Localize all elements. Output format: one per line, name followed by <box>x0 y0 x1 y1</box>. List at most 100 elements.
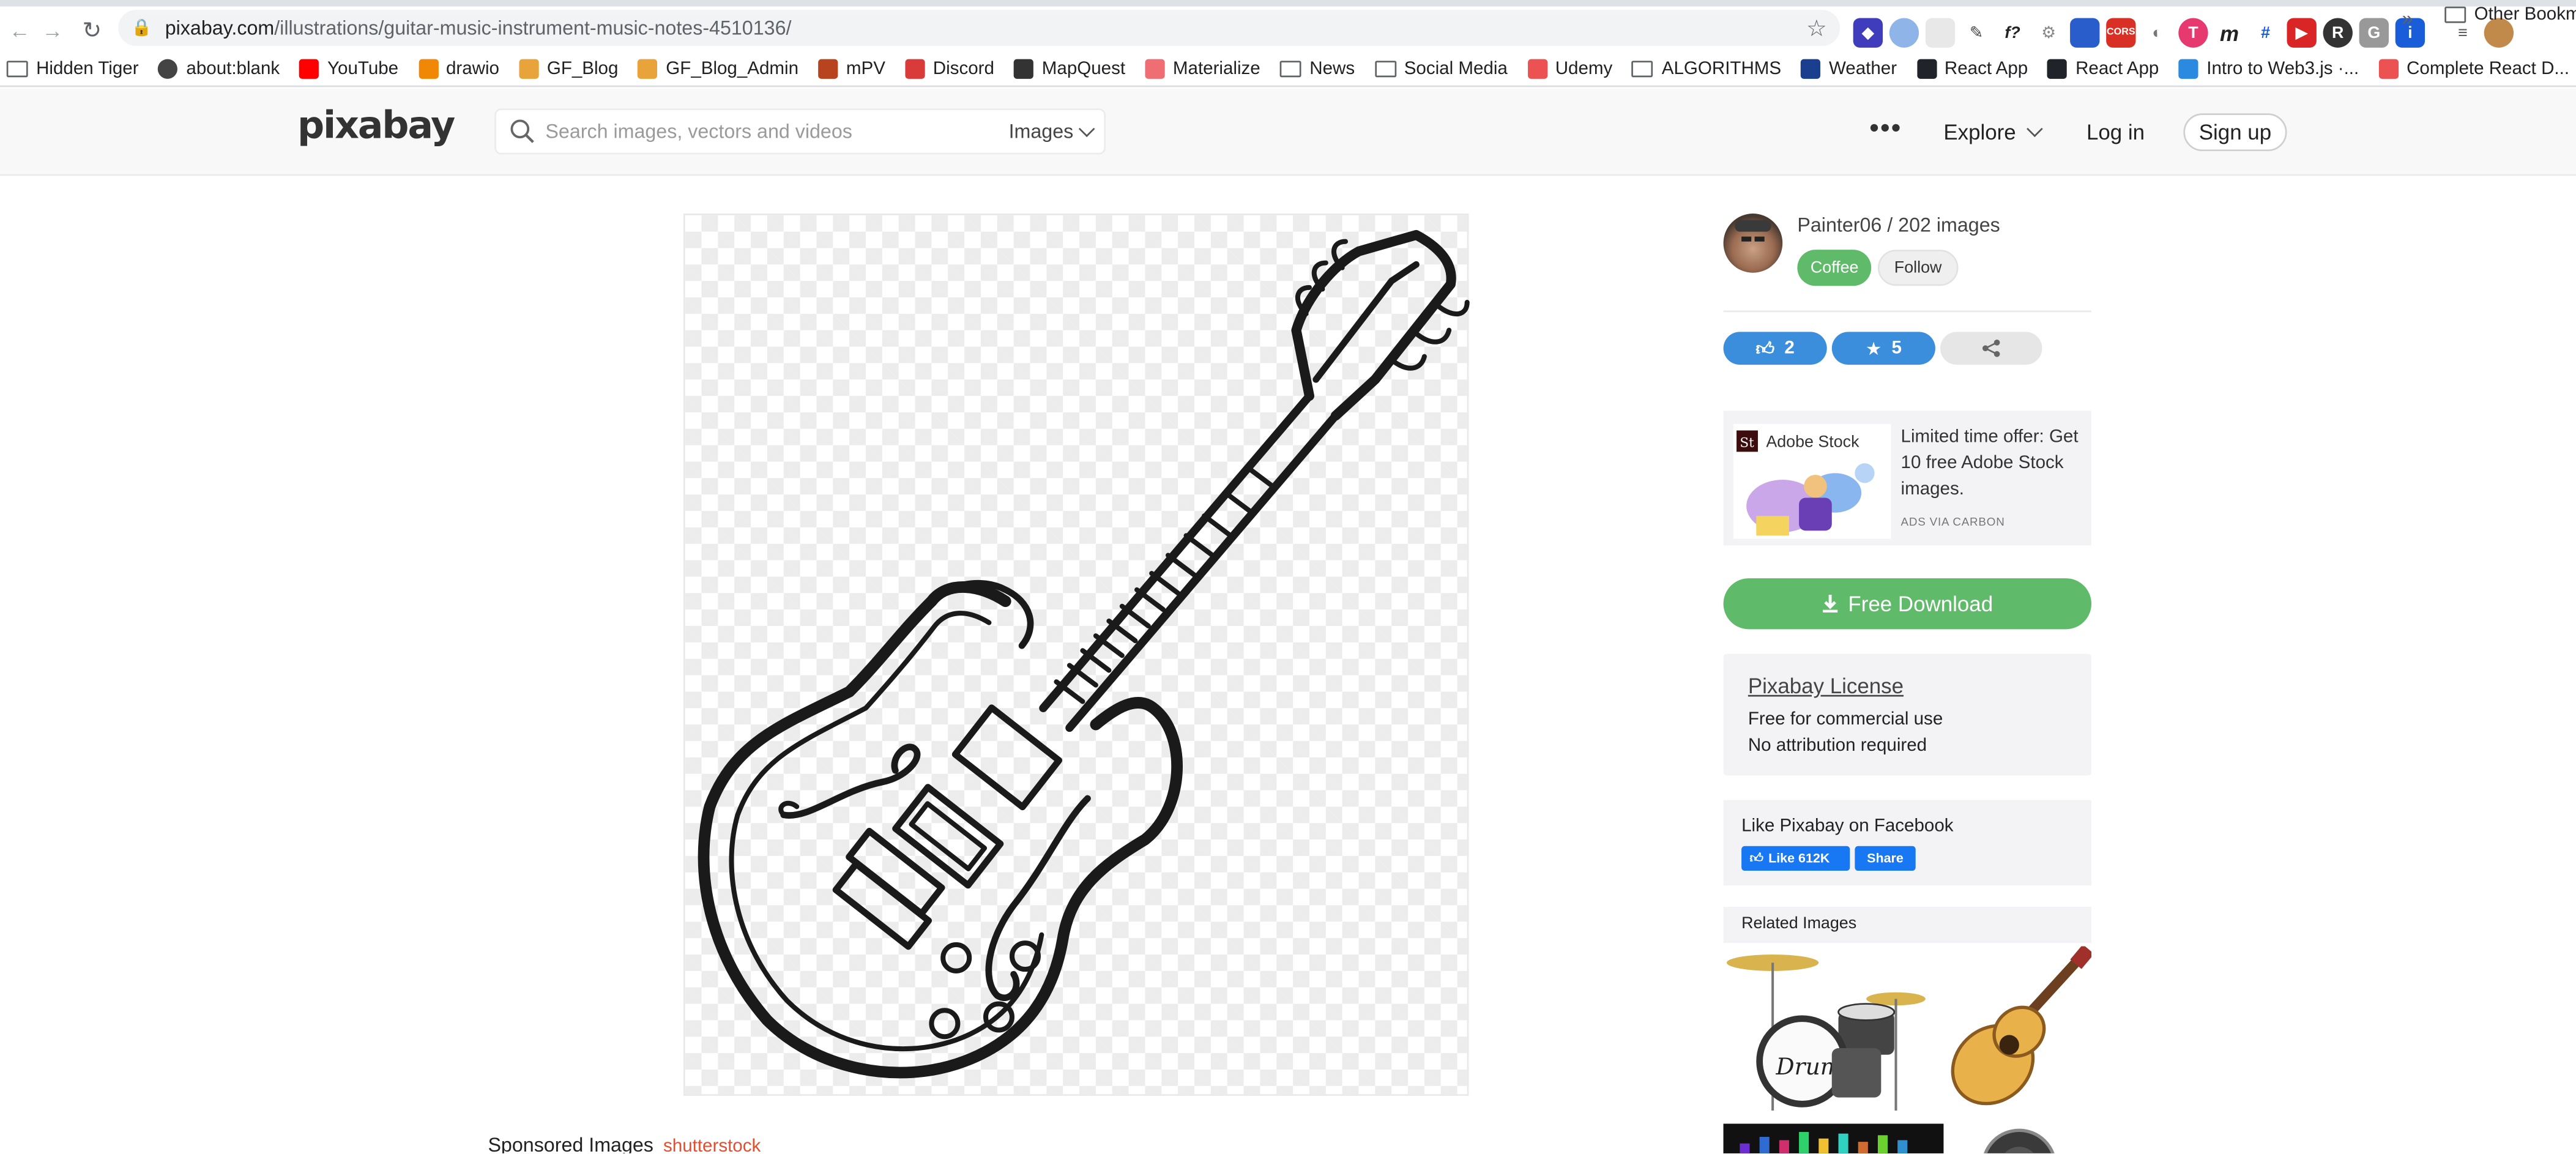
bookmark-label: MapQuest <box>1041 58 1126 78</box>
login-link[interactable]: Log in <box>2086 120 2145 144</box>
author-name[interactable]: Painter06 / 202 images <box>1797 214 2000 237</box>
site-header: pixabay Images ••• Explore Log in Sign u… <box>0 88 2576 176</box>
extension-icon[interactable]: m <box>2214 18 2244 48</box>
extension-icon[interactable] <box>1925 18 1956 48</box>
other-bookmarks-label: Other Bookmar <box>2474 5 2576 25</box>
facebook-share-button[interactable]: Share <box>1855 846 1916 871</box>
bookmark-item[interactable]: Hidden Tiger <box>6 58 139 78</box>
bookmark-item[interactable]: Weather <box>1801 58 1897 78</box>
share-icon <box>1982 339 2000 357</box>
main-image[interactable] <box>683 214 1470 1096</box>
signup-button[interactable]: Sign up <box>2183 113 2287 152</box>
related-image-drums[interactable]: Drum <box>1723 946 1937 1116</box>
extension-icon[interactable]: ▶ <box>2287 18 2317 48</box>
license-link[interactable]: Pixabay License <box>1748 674 1904 698</box>
extension-icon[interactable]: G <box>2359 18 2389 48</box>
bookmark-star-icon[interactable]: ☆ <box>1806 15 1827 43</box>
bookmark-item[interactable]: Discord <box>905 58 994 78</box>
bookmark-item[interactable]: Materialize <box>1145 58 1260 78</box>
page-root: ← → ↻ 🔒 pixabay.com/illustrations/guitar… <box>0 0 2576 1153</box>
follow-button[interactable]: Follow <box>1877 250 1959 286</box>
bookmark-item[interactable]: MapQuest <box>1014 58 1125 78</box>
extension-icon[interactable]: ⚙ <box>2034 18 2064 48</box>
bookmark-label: Intro to Web3.js ·... <box>2206 58 2359 78</box>
bookmark-item[interactable]: YouTube <box>299 58 398 78</box>
chevron-down-icon <box>2027 121 2043 138</box>
bookmark-label: Weather <box>1828 58 1897 78</box>
bookmark-item[interactable]: React App <box>1916 58 2028 78</box>
bookmark-label: Discord <box>932 58 994 78</box>
drawio-icon <box>418 58 438 78</box>
thumbs-up-icon: 👍︎ <box>1749 850 1764 865</box>
favorite-count: 5 <box>1891 338 1902 359</box>
extension-icon[interactable]: R <box>2323 18 2353 48</box>
like-button[interactable]: 👍︎ 2 <box>1723 332 1827 365</box>
url-path: /illustrations/guitar-music-instrument-m… <box>274 16 792 40</box>
bookmark-item[interactable]: News <box>1279 58 1355 78</box>
extension-icon[interactable]: CORS <box>2106 18 2136 48</box>
extension-icon[interactable]: ◐ <box>2142 18 2172 48</box>
extension-icon[interactable]: # <box>2250 18 2280 48</box>
extension-icon[interactable]: T <box>2178 18 2208 48</box>
bookmark-item[interactable]: GF_Blog_Admin <box>638 58 798 78</box>
reload-icon[interactable]: ↻ <box>72 10 111 49</box>
explore-menu[interactable]: Explore <box>1943 120 2043 144</box>
bookmarks-overflow-icon[interactable]: » <box>2402 7 2413 30</box>
related-image-speaker[interactable] <box>1970 1124 2068 1153</box>
search-type-dropdown[interactable]: Images <box>1009 120 1096 143</box>
extension-icon[interactable] <box>2070 18 2100 48</box>
bookmark-item[interactable]: Social Media <box>1374 58 1508 78</box>
forward-icon[interactable]: → <box>33 10 72 49</box>
bookmark-item[interactable]: mPV <box>818 58 885 78</box>
related-image-equalizer[interactable] <box>1723 1123 1944 1153</box>
folder-icon <box>2444 6 2466 23</box>
bookmark-item[interactable]: ALGORITHMS <box>1632 58 1781 78</box>
author-avatar[interactable] <box>1723 214 1783 273</box>
bookmark-item[interactable]: about:blank <box>158 58 280 78</box>
carbon-ad[interactable]: St Adobe Stock Limited time offer: Get 1… <box>1723 411 2092 546</box>
bookmark-item[interactable]: drawio <box>418 58 499 78</box>
free-download-button[interactable]: Free Download <box>1723 578 2092 630</box>
udemy-icon <box>2378 58 2399 78</box>
pixabay-logo[interactable]: pixabay <box>297 105 455 148</box>
blog-icon <box>638 58 658 78</box>
bookmark-item[interactable]: Intro to Web3.js ·... <box>2178 58 2359 78</box>
udemy-icon <box>1527 58 1547 78</box>
search-input[interactable] <box>545 114 989 148</box>
share-button[interactable] <box>1940 332 2042 365</box>
download-icon <box>1822 594 1837 612</box>
extension-icon[interactable]: ✎ <box>1961 18 1992 48</box>
license-line-1: Free for commercial use <box>1748 709 1943 730</box>
bookmark-item[interactable]: Complete React D... <box>2378 58 2569 78</box>
address-bar[interactable]: 🔒 pixabay.com/illustrations/guitar-music… <box>118 10 1841 47</box>
star-icon: ★ <box>1865 339 1882 359</box>
bookmark-label: News <box>1309 58 1355 78</box>
extension-icon[interactable] <box>1889 18 1919 48</box>
bookmark-label: React App <box>2075 58 2159 78</box>
bookmark-label: Complete React D... <box>2407 58 2570 78</box>
license-line-2: No attribution required <box>1748 735 1927 756</box>
svg-text:Adobe Stock: Adobe Stock <box>1766 432 1859 450</box>
other-bookmarks[interactable]: Other Bookmar <box>2444 5 2576 24</box>
folder-icon <box>6 60 28 76</box>
extension-icon[interactable]: f? <box>1997 18 2028 48</box>
favorite-button[interactable]: ★ 5 <box>1831 332 1935 365</box>
folder-icon <box>1374 60 1396 76</box>
related-image-acoustic-guitar[interactable] <box>1943 946 2092 1116</box>
lock-icon: 🔒 <box>131 18 152 37</box>
bookmark-label: mPV <box>846 58 885 78</box>
folder-icon <box>1279 60 1301 76</box>
shutterstock-logo[interactable]: shutterstock <box>663 1137 761 1153</box>
ads-via-carbon[interactable]: ADS VIA CARBON <box>1901 518 2005 529</box>
bookmark-item[interactable]: Udemy <box>1527 58 1612 78</box>
like-count: 2 <box>1784 338 1795 359</box>
bookmark-label: React App <box>1944 58 2028 78</box>
globe-icon <box>158 58 178 78</box>
more-options-icon[interactable]: ••• <box>1870 115 1902 144</box>
facebook-like-button[interactable]: 👍︎ Like 612K <box>1741 846 1850 871</box>
bookmark-item[interactable]: React App <box>2047 58 2159 78</box>
extension-icon[interactable]: ◆ <box>1853 18 1883 48</box>
coffee-button[interactable]: Coffee <box>1797 250 1872 286</box>
react-icon <box>2047 58 2068 78</box>
bookmark-item[interactable]: GF_Blog <box>519 58 618 78</box>
